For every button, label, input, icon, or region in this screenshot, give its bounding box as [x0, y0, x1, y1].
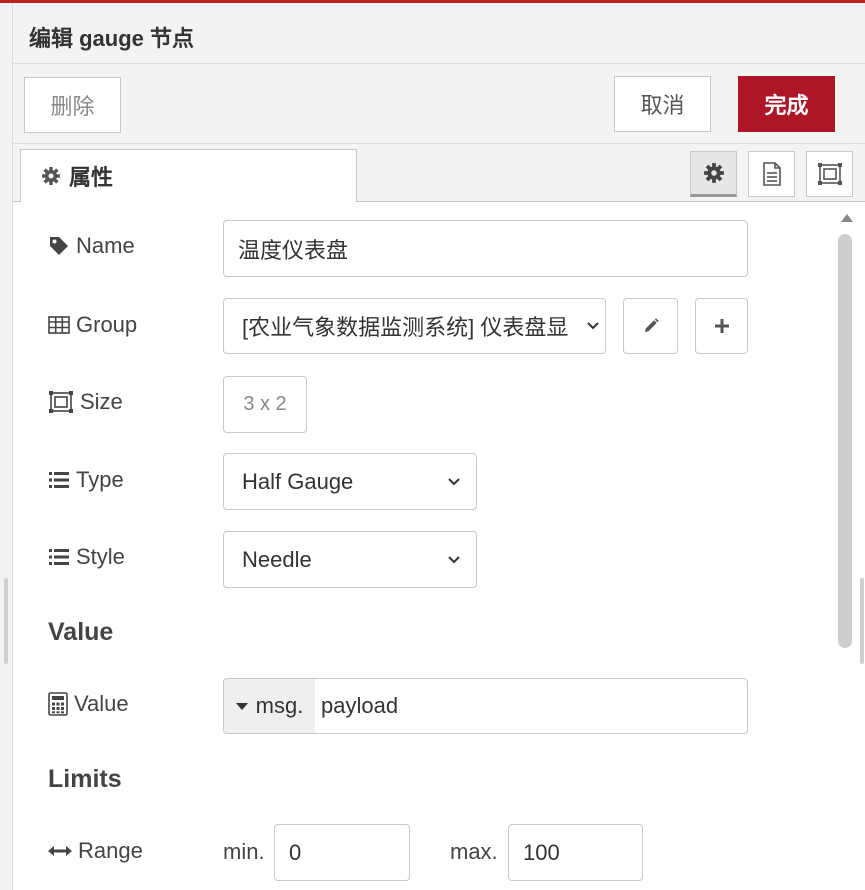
- type-label: Type: [48, 467, 124, 493]
- arrows-horizontal-icon: [48, 846, 72, 856]
- tab-properties[interactable]: 属性: [20, 149, 357, 202]
- group-label-text: Group: [76, 312, 138, 337]
- type-select[interactable]: Half Gauge: [223, 453, 477, 510]
- tab-properties-label: 属性: [69, 165, 114, 190]
- value-typed-input: msg. payload: [223, 678, 748, 734]
- add-group-button[interactable]: [695, 298, 748, 354]
- list-icon: [49, 472, 69, 488]
- value-type-selector[interactable]: msg.: [224, 679, 315, 733]
- tab-description[interactable]: [748, 151, 795, 197]
- appearance-icon: [817, 163, 842, 185]
- style-label-text: Style: [76, 544, 125, 569]
- group-label: Group: [48, 312, 137, 338]
- value-label-text: Value: [74, 691, 129, 716]
- chevron-down-icon: [448, 555, 460, 563]
- tab-settings[interactable]: [690, 151, 737, 197]
- size-button[interactable]: 3 x 2: [223, 376, 307, 433]
- edit-group-button[interactable]: [623, 298, 678, 354]
- tabs-row: 属性: [13, 144, 865, 202]
- group-select[interactable]: [农业气象数据监测系统] 仪表盘显: [223, 298, 606, 354]
- delete-button[interactable]: 删除: [24, 77, 121, 133]
- tag-icon: [50, 237, 68, 255]
- size-label-text: Size: [80, 389, 123, 414]
- pencil-icon: [644, 318, 659, 332]
- range-label-text: Range: [78, 838, 143, 863]
- type-select-value: Half Gauge: [242, 468, 354, 494]
- style-select[interactable]: Needle: [223, 531, 477, 588]
- size-icon: [49, 391, 73, 413]
- gear-icon: [703, 163, 724, 183]
- table-icon: [48, 316, 70, 334]
- range-label: Range: [48, 838, 143, 864]
- plus-icon: [714, 319, 729, 333]
- done-button[interactable]: 完成: [738, 76, 835, 132]
- value-section-title: Value: [48, 618, 114, 646]
- value-label: Value: [48, 691, 129, 717]
- style-select-value: Needle: [242, 546, 312, 572]
- left-edge-panel: [0, 3, 13, 890]
- chevron-down-icon: [587, 322, 599, 330]
- name-label-text: Name: [76, 233, 135, 258]
- size-label: Size: [48, 389, 123, 415]
- properties-panel: Name Group [农业气象数据监测系统] 仪表盘显: [13, 202, 835, 890]
- gear-icon: [42, 167, 60, 185]
- calculator-icon: [48, 692, 68, 716]
- scroll-up-arrow[interactable]: [841, 214, 853, 222]
- vertical-scrollbar[interactable]: [835, 202, 857, 890]
- tab-appearance[interactable]: [806, 151, 853, 197]
- dialog-header: 编辑 gauge 节点: [13, 3, 865, 64]
- dialog-title: 编辑 gauge 节点: [29, 26, 195, 51]
- name-label: Name: [48, 233, 135, 259]
- description-icon: [762, 162, 781, 186]
- range-max-label: max.: [450, 839, 498, 864]
- left-resize-handle[interactable]: [4, 578, 8, 664]
- range-min-input[interactable]: [274, 824, 410, 881]
- dialog-toolbar: 删除 取消 完成: [13, 64, 865, 144]
- limits-section-title: Limits: [48, 765, 122, 793]
- type-label-text: Type: [76, 467, 124, 492]
- cancel-button[interactable]: 取消: [614, 76, 711, 132]
- style-label: Style: [48, 544, 125, 570]
- list-icon: [49, 549, 69, 565]
- value-type-label: msg.: [255, 693, 304, 718]
- group-select-value: [农业气象数据监测系统] 仪表盘显: [242, 315, 569, 340]
- range-min-label: min.: [223, 839, 265, 864]
- range-max-input[interactable]: [508, 824, 643, 881]
- right-resize-handle[interactable]: [860, 578, 864, 664]
- chevron-down-icon: [448, 477, 460, 485]
- scroll-thumb[interactable]: [838, 234, 852, 648]
- caret-down-icon: [235, 702, 248, 710]
- name-input[interactable]: [223, 220, 748, 277]
- value-input[interactable]: payload: [315, 679, 398, 733]
